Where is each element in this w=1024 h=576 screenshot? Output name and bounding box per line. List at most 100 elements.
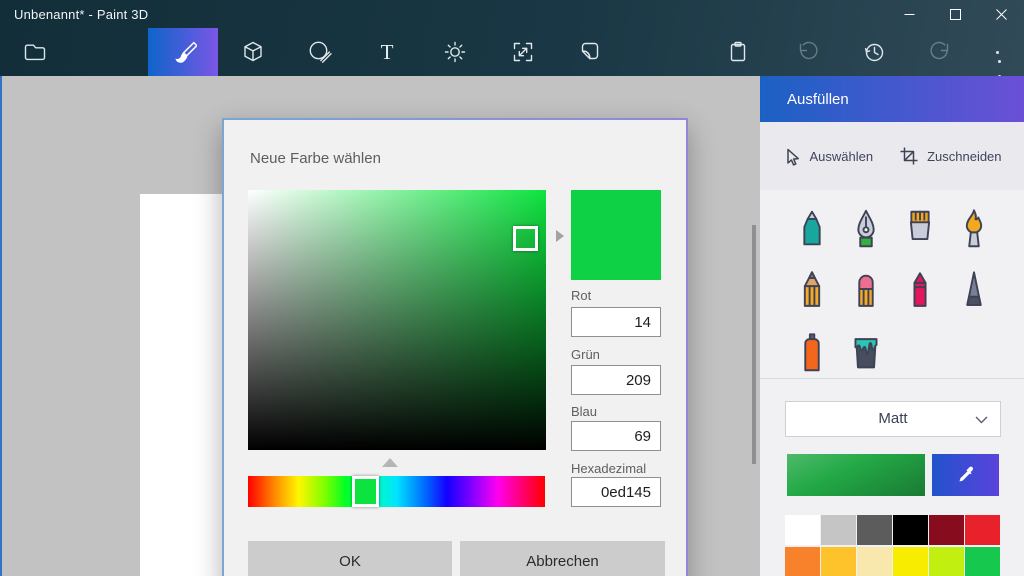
workspace: Ausfüllen Auswählen Zuschneiden: [0, 76, 1024, 576]
vertical-scrollbar[interactable]: [752, 225, 756, 464]
history-clock-icon: [861, 39, 887, 65]
red-input[interactable]: [571, 307, 661, 337]
tool-flat-brush[interactable]: [893, 198, 947, 260]
palette-swatch[interactable]: [785, 515, 820, 545]
sticker-icon: [577, 39, 603, 65]
undo-icon: [793, 39, 819, 65]
hex-label: Hexadezimal: [571, 461, 646, 476]
color-palette: [785, 515, 1000, 576]
select-label: Auswählen: [809, 149, 873, 164]
chevron-down-icon: [975, 416, 988, 424]
tool-marker[interactable]: [785, 198, 839, 260]
tool-spray-can[interactable]: [785, 322, 839, 384]
palette-swatch[interactable]: [893, 515, 928, 545]
minimize-button[interactable]: [886, 0, 932, 28]
effects-button[interactable]: [433, 28, 477, 76]
3d-shapes-button[interactable]: [231, 28, 275, 76]
eyedropper-button[interactable]: [932, 454, 999, 496]
tool-fill-bucket[interactable]: [839, 322, 893, 384]
undo-button[interactable]: [784, 28, 828, 76]
panel-header: Ausfüllen: [760, 76, 1024, 122]
tool-eraser[interactable]: [839, 260, 893, 322]
dialog-title: Neue Farbe wählen: [250, 150, 381, 167]
menu-button[interactable]: [13, 28, 57, 76]
current-color-row: [760, 454, 1024, 496]
select-button[interactable]: Auswählen: [782, 147, 873, 166]
green-label: Grün: [571, 347, 600, 362]
dialog-buttons: OK Abbrechen: [248, 541, 665, 576]
palette-swatch[interactable]: [929, 547, 964, 576]
top-toolbar: T: [0, 28, 1024, 76]
clipboard-icon: [725, 39, 751, 65]
palette-swatch[interactable]: [893, 547, 928, 576]
palette-swatch[interactable]: [821, 547, 856, 576]
tool-pixel-pen[interactable]: [947, 260, 1001, 322]
tool-pencil[interactable]: [785, 260, 839, 322]
side-panel: Ausfüllen Auswählen Zuschneiden: [760, 76, 1024, 576]
new-color-preview: [571, 190, 661, 280]
brush-tools-grid: [760, 190, 1024, 379]
paste-button[interactable]: [716, 28, 760, 76]
eraser-icon: [843, 268, 889, 314]
eyedropper-icon: [955, 464, 977, 486]
history-button[interactable]: [852, 28, 896, 76]
minimize-icon: [904, 9, 915, 20]
maximize-button[interactable]: [932, 0, 978, 28]
palette-swatch[interactable]: [857, 547, 892, 576]
fill-bucket-icon: [843, 330, 889, 376]
current-color-swatch[interactable]: [787, 454, 925, 496]
oil-brush-icon: [951, 206, 997, 252]
sun-icon: [442, 39, 468, 65]
palette-swatch[interactable]: [821, 515, 856, 545]
window-accent-border: [0, 76, 2, 576]
tool-oil-brush[interactable]: [947, 198, 1001, 260]
window-title: Unbenannt* - Paint 3D: [14, 7, 148, 22]
palette-swatch[interactable]: [785, 547, 820, 576]
finish-dropdown[interactable]: Matt: [785, 401, 1001, 437]
hue-slider-marker[interactable]: [352, 476, 379, 507]
panel-title: Ausfüllen: [787, 91, 849, 108]
stickers-button[interactable]: [568, 28, 612, 76]
sb-picker-marker[interactable]: [513, 226, 538, 251]
crop-button[interactable]: Zuschneiden: [899, 146, 1001, 166]
canvas-button[interactable]: [501, 28, 545, 76]
crayon-icon: [897, 268, 943, 314]
more-button[interactable]: [975, 28, 1019, 76]
flat-brush-icon: [897, 206, 943, 252]
ok-button[interactable]: OK: [248, 541, 452, 576]
brush-tool-button[interactable]: [148, 28, 218, 76]
pencil-icon: [789, 268, 835, 314]
finish-value: Matt: [786, 402, 1000, 436]
hue-slider[interactable]: [248, 476, 545, 507]
tool-calligraphy-pen[interactable]: [839, 198, 893, 260]
palette-swatch[interactable]: [965, 547, 1000, 576]
maximize-icon: [950, 9, 961, 20]
text-tool-icon: T: [381, 42, 394, 63]
tool-crayon[interactable]: [893, 260, 947, 322]
close-button[interactable]: [978, 0, 1024, 28]
calligraphy-pen-icon: [843, 206, 889, 252]
palette-swatch[interactable]: [965, 515, 1000, 545]
saturation-brightness-picker[interactable]: [248, 190, 546, 450]
palette-swatch[interactable]: [857, 515, 892, 545]
blue-input[interactable]: [571, 421, 661, 451]
hex-input[interactable]: [571, 477, 661, 507]
text-tool-button[interactable]: T: [365, 28, 409, 76]
green-input[interactable]: [571, 365, 661, 395]
3d-cube-icon: [240, 39, 266, 65]
window-controls: [886, 0, 1024, 28]
crop-label: Zuschneiden: [927, 149, 1001, 164]
redo-button[interactable]: [919, 28, 963, 76]
spray-can-icon: [789, 330, 835, 376]
paint3d-window: Unbenannt* - Paint 3D: [0, 0, 1024, 576]
cancel-button[interactable]: Abbrechen: [460, 541, 665, 576]
panel-actions: Auswählen Zuschneiden: [760, 122, 1024, 190]
palette-swatch[interactable]: [929, 515, 964, 545]
brush-icon: [169, 38, 197, 66]
preview-pointer-icon: [556, 230, 564, 242]
crop-icon: [899, 146, 919, 166]
2d-shapes-button[interactable]: [298, 28, 342, 76]
close-icon: [996, 9, 1007, 20]
red-label: Rot: [571, 288, 591, 303]
window-chrome: Unbenannt* - Paint 3D: [0, 0, 1024, 76]
